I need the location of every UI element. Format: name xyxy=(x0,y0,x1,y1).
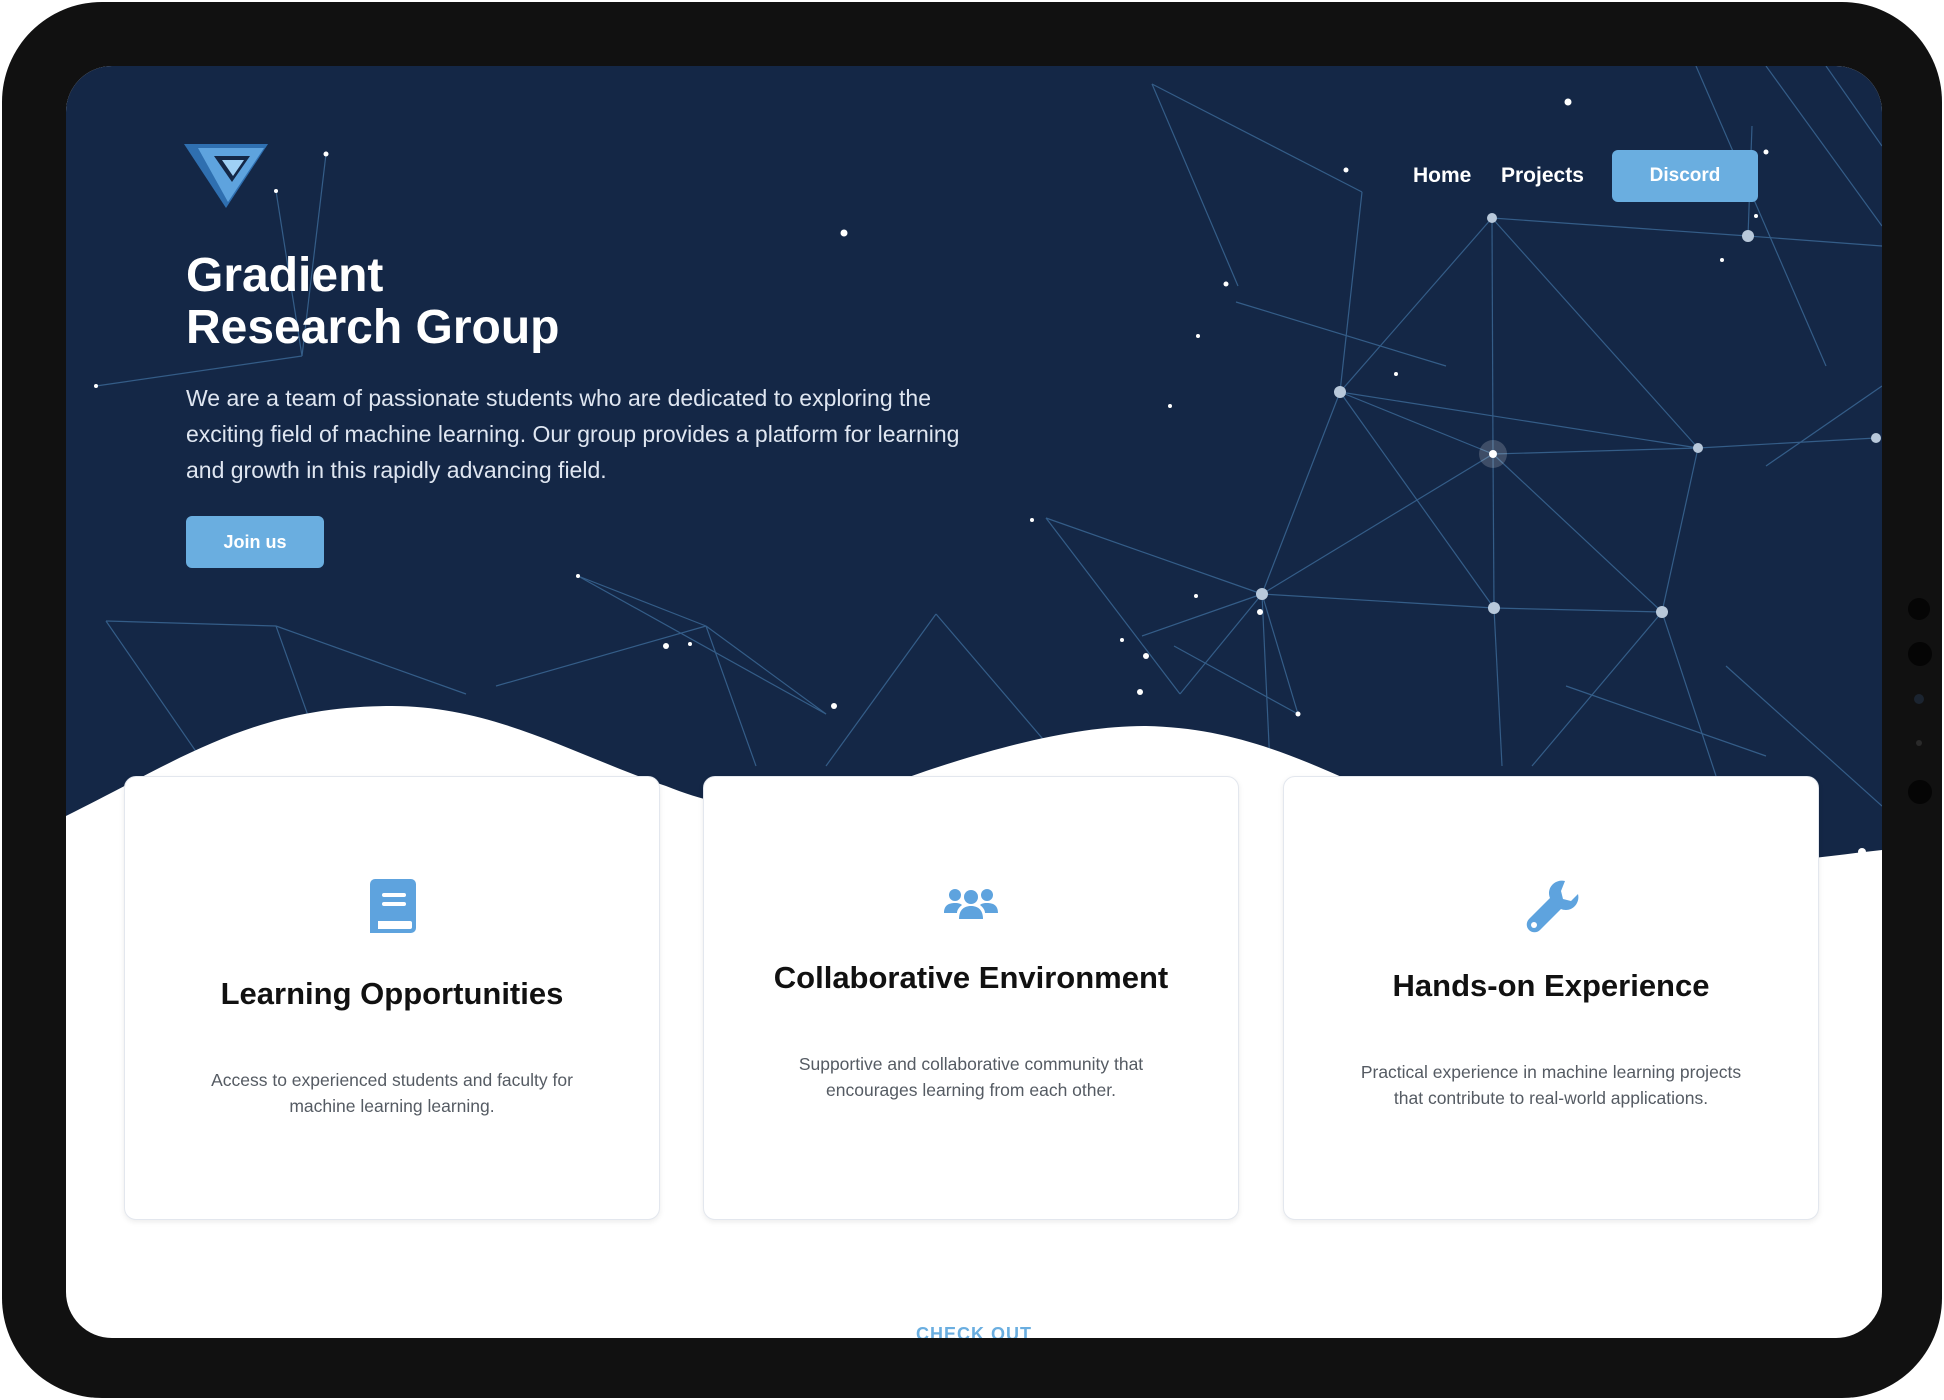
discord-button[interactable]: Discord xyxy=(1612,150,1758,202)
hero-description: We are a team of passionate students who… xyxy=(186,385,960,483)
feature-title: Hands-on Experience xyxy=(1392,968,1710,1003)
nav-projects-link[interactable]: Projects xyxy=(1501,150,1584,202)
book-icon xyxy=(370,879,416,933)
device-button xyxy=(1908,598,1930,620)
device-button xyxy=(1908,780,1932,804)
nav-home-link[interactable]: Home xyxy=(1413,150,1471,202)
tablet-frame: Gradient Research Group We are a team of… xyxy=(2,2,1942,1398)
device-button xyxy=(1908,642,1932,666)
wrench-icon xyxy=(1526,880,1579,933)
feature-title: Learning Opportunities xyxy=(220,976,564,1011)
site-title: Gradient Research Group xyxy=(186,250,559,354)
join-us-button[interactable]: Join us xyxy=(186,516,324,568)
feature-title: Collaborative Environment xyxy=(773,960,1169,995)
feature-description: Access to experienced students and facul… xyxy=(211,1070,573,1116)
browser-viewport: Gradient Research Group We are a team of… xyxy=(66,66,1882,1338)
sensor-dot xyxy=(1916,740,1922,746)
hero-section: Gradient Research Group We are a team of… xyxy=(66,66,1882,866)
check-out-label: CHECK OUT xyxy=(916,1324,1032,1338)
feature-description: Practical experience in machine learning… xyxy=(1360,1062,1742,1108)
feature-card-collaborative: Collaborative Environment Supportive and… xyxy=(703,776,1239,1220)
site-title-line1: Gradient xyxy=(186,249,384,302)
feature-card-learning: Learning Opportunities Access to experie… xyxy=(124,776,660,1220)
feature-card-hands-on: Hands-on Experience Practical experience… xyxy=(1283,776,1819,1220)
site-title-line2: Research Group xyxy=(186,301,560,354)
top-nav: Home Projects Discord xyxy=(66,150,1882,202)
camera-dot xyxy=(1914,694,1924,704)
users-icon xyxy=(944,889,998,919)
feature-description: Supportive and collaborative community t… xyxy=(798,1054,1144,1100)
